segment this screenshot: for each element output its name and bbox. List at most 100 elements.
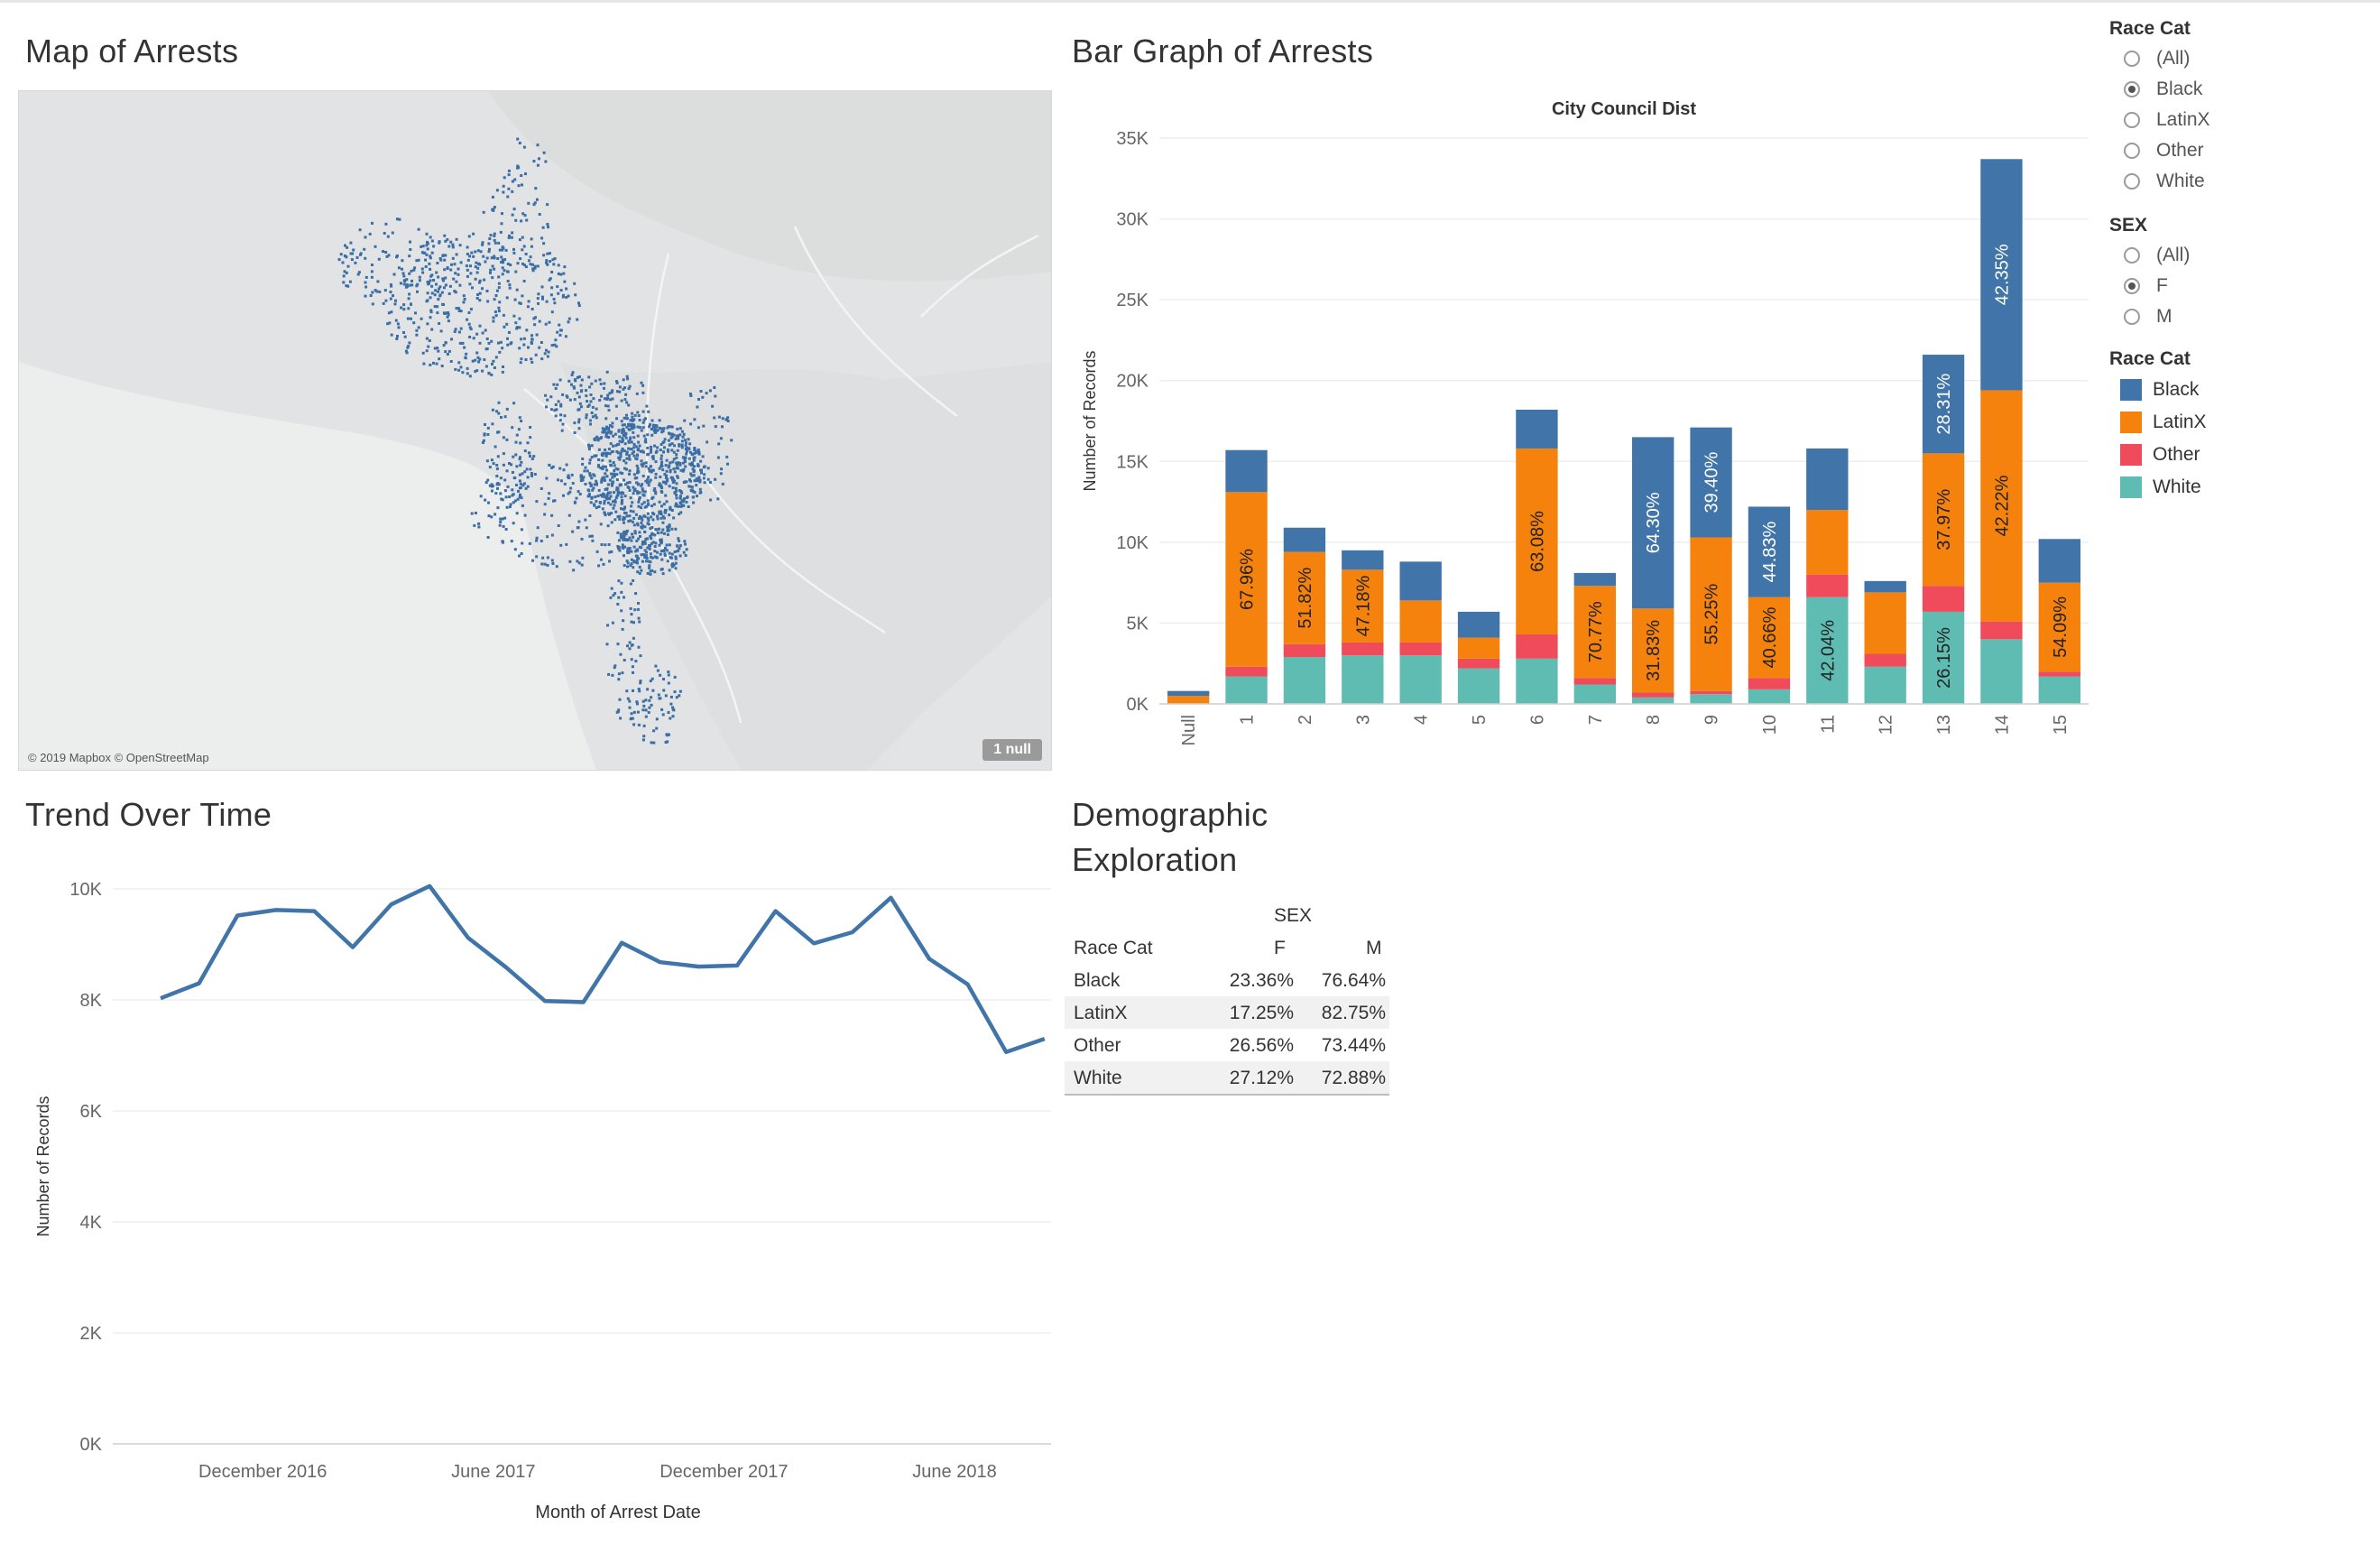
sex-filter-option[interactable]: (All) [2109, 240, 2362, 271]
arrest-point [636, 710, 640, 714]
arrest-point [630, 613, 633, 616]
arrest-point [692, 474, 696, 477]
sex-filter-option[interactable]: M [2109, 301, 2362, 332]
arrest-point [617, 579, 621, 583]
table-row[interactable]: Other 26.56% 73.44% [1065, 1029, 1389, 1061]
arrest-point [507, 236, 511, 239]
arrest-point [429, 267, 432, 271]
race-filter-option[interactable]: Other [2109, 135, 2362, 166]
arrest-point [499, 520, 503, 523]
legend-item[interactable]: Other [2109, 439, 2362, 471]
arrest-point [629, 496, 632, 500]
arrest-point [577, 395, 581, 399]
arrest-point [669, 505, 672, 509]
bar-y-tick-label: 20K [1116, 372, 1148, 392]
arrest-point [611, 425, 614, 429]
radio-button[interactable] [2124, 81, 2140, 97]
arrest-point [682, 504, 686, 507]
legend-item[interactable]: Black [2109, 374, 2362, 406]
arrest-point [533, 264, 537, 268]
arrest-point [599, 558, 603, 561]
arrest-point [613, 491, 615, 495]
arrest-point [436, 305, 439, 309]
legend-item[interactable]: White [2109, 471, 2362, 504]
null-badge[interactable]: 1 null [982, 739, 1042, 761]
arrest-point [687, 447, 691, 450]
arrest-point [468, 282, 472, 286]
radio-button[interactable] [2124, 143, 2140, 159]
arrest-point [505, 469, 509, 473]
arrest-point [493, 366, 496, 369]
arrest-point [567, 513, 571, 517]
radio-button[interactable] [2124, 51, 2140, 67]
arrest-point [587, 445, 591, 449]
arrest-point [530, 474, 533, 477]
arrest-point [457, 273, 460, 276]
arrest-point [386, 235, 390, 238]
demographic-table[interactable]: SEX Race Cat F M Black 23.36% 76.64% LatinX… [1065, 899, 1389, 1096]
bar-segment-white [1399, 655, 1442, 704]
radio-button[interactable] [2124, 247, 2140, 264]
arrest-point [493, 298, 496, 301]
map-of-arrests[interactable]: © 2019 Mapbox © OpenStreetMap 1 null [18, 90, 1052, 771]
arrest-point [438, 322, 441, 325]
race-filter-option[interactable]: White [2109, 166, 2362, 197]
bar-chart[interactable]: City Council DistNumber of Records0K5K10… [1065, 86, 2111, 772]
bar-segment-black [1864, 580, 1906, 593]
arrest-point [501, 370, 504, 374]
arrest-point [491, 422, 494, 426]
radio-button[interactable] [2124, 112, 2140, 128]
arrest-point [623, 449, 626, 453]
arrest-point [641, 503, 644, 506]
race-filter-option[interactable]: Black [2109, 74, 2362, 105]
arrest-point [653, 487, 657, 490]
arrest-point [650, 703, 653, 707]
arrest-point [515, 326, 519, 329]
table-cell-race: Other [1074, 1035, 1121, 1056]
arrest-point [680, 499, 684, 503]
table-row[interactable]: Black 23.36% 76.64% [1065, 964, 1389, 996]
race-filter-option-label: Other [2156, 140, 2204, 161]
arrest-point [568, 490, 572, 494]
arrest-point [684, 465, 687, 468]
arrest-point [393, 302, 397, 306]
table-row[interactable]: White 27.12% 72.88% [1065, 1061, 1389, 1094]
arrest-point [618, 435, 622, 439]
arrest-point [518, 554, 521, 558]
sex-filter[interactable]: (All) F M [2109, 240, 2362, 332]
sex-filter-option[interactable]: F [2109, 271, 2362, 301]
table-row[interactable]: LatinX 17.25% 82.75% [1065, 996, 1389, 1029]
arrest-point [530, 338, 534, 341]
arrest-point [486, 478, 490, 482]
race-filter[interactable]: (All) Black LatinX Other White [2109, 43, 2362, 197]
arrest-point [519, 456, 521, 459]
trend-chart[interactable]: 0K2K4K6K8K10KNumber of RecordsMonth of A… [18, 853, 1056, 1539]
map-canvas[interactable] [19, 91, 1051, 770]
arrest-point [693, 447, 696, 449]
trend-y-tick-label: 2K [80, 1324, 103, 1344]
race-filter-option[interactable]: LatinX [2109, 105, 2362, 135]
arrest-point [656, 550, 659, 554]
arrest-point [542, 242, 546, 245]
arrest-point [444, 276, 447, 280]
arrest-point [579, 384, 583, 387]
arrest-point [657, 693, 660, 697]
race-filter-option[interactable]: (All) [2109, 43, 2362, 74]
arrest-point [662, 440, 666, 444]
arrest-point [429, 236, 432, 239]
arrest-point [605, 643, 609, 646]
bar-segment-latinx [1806, 510, 1849, 575]
arrest-point [595, 416, 598, 420]
radio-button[interactable] [2124, 173, 2140, 190]
arrest-point [650, 556, 654, 560]
arrest-point [535, 333, 539, 337]
arrest-point [611, 621, 614, 624]
radio-button[interactable] [2124, 309, 2140, 325]
arrest-point [671, 460, 675, 464]
arrest-point [595, 500, 598, 504]
arrest-point [625, 452, 629, 456]
radio-button[interactable] [2124, 278, 2140, 294]
arrest-point [518, 473, 521, 476]
arrest-point [637, 414, 641, 418]
legend-item[interactable]: LatinX [2109, 406, 2362, 439]
